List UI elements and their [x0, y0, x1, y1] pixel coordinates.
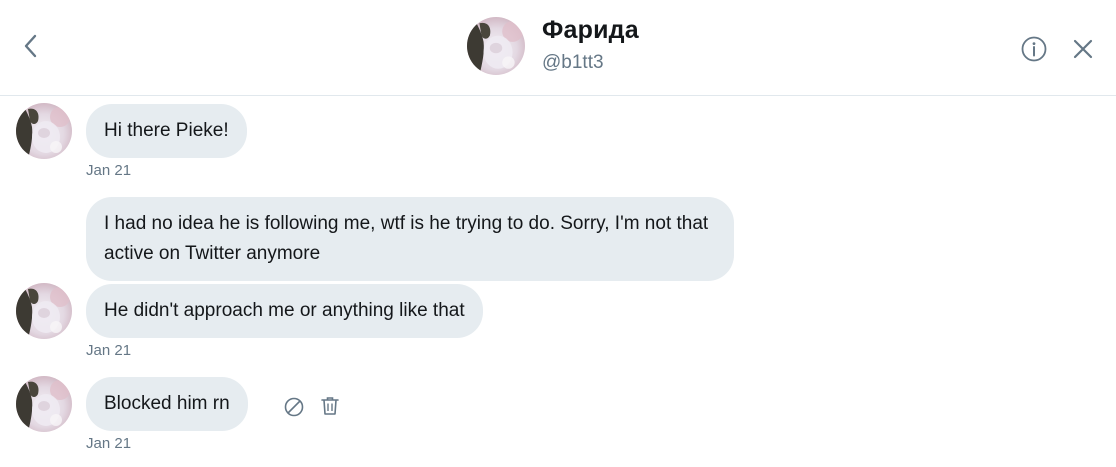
contact-handle[interactable]: @b1tt3: [542, 52, 604, 74]
message-bubble[interactable]: I had no idea he is following me, wtf is…: [86, 197, 734, 281]
header-avatar[interactable]: [467, 17, 525, 75]
message-timestamp: Jan 21: [86, 342, 132, 359]
conversation-header: Фарида @b1tt3: [0, 0, 1116, 96]
message-timestamp: Jan 21: [86, 162, 132, 179]
back-button[interactable]: [18, 32, 44, 60]
info-icon: [1021, 36, 1047, 62]
sender-avatar[interactable]: [16, 283, 72, 339]
chevron-left-icon: [24, 34, 37, 58]
sender-avatar[interactable]: [16, 103, 72, 159]
close-icon: [1073, 39, 1093, 59]
block-icon: [284, 397, 304, 417]
message-bubble[interactable]: Hi there Pieke!: [86, 104, 247, 158]
info-button[interactable]: [1020, 35, 1048, 63]
delete-message-button[interactable]: [319, 395, 341, 417]
report-message-button[interactable]: [283, 396, 305, 418]
contact-name[interactable]: Фарида: [542, 16, 639, 45]
message-bubble[interactable]: He didn't approach me or anything like t…: [86, 284, 483, 338]
trash-icon: [321, 397, 339, 415]
message-timestamp: Jan 21: [86, 435, 132, 452]
close-button[interactable]: [1070, 36, 1096, 62]
sender-avatar[interactable]: [16, 376, 72, 432]
message-bubble[interactable]: Blocked him rn: [86, 377, 248, 431]
